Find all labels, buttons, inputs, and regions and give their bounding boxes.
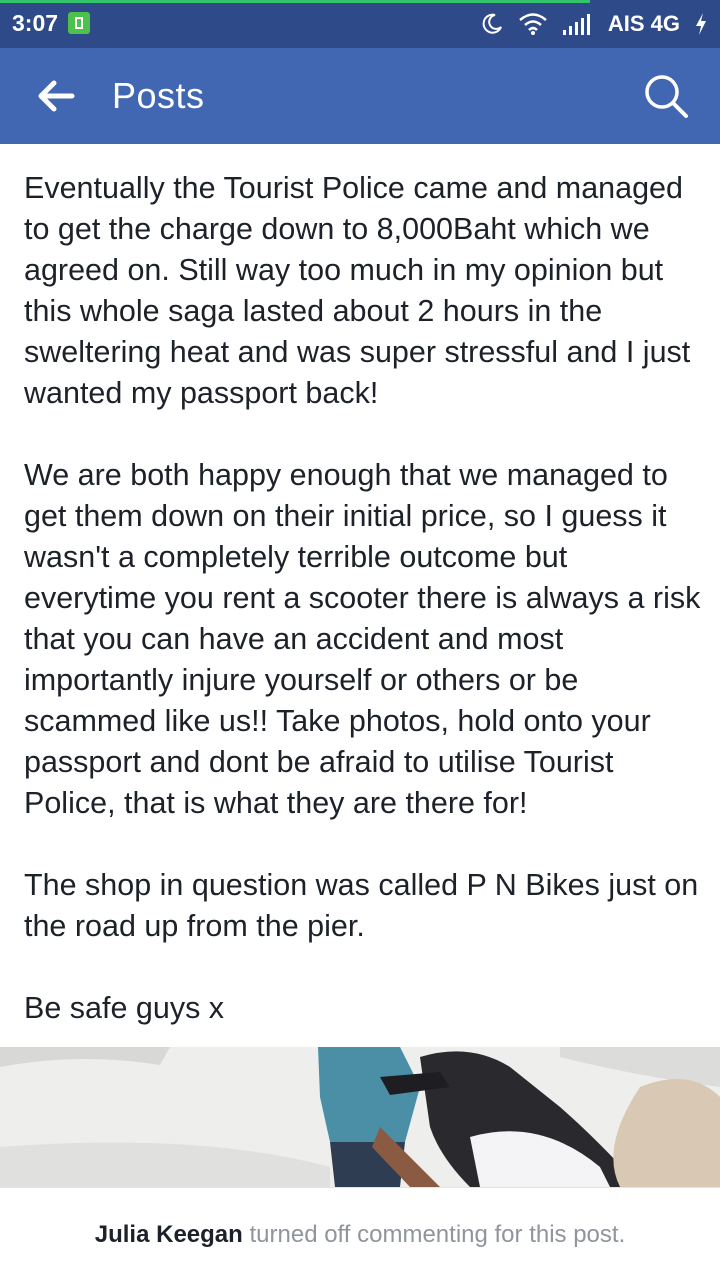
signal-icon [562,14,590,35]
status-indicators: AIS 4G [480,8,708,40]
post-paragraph: Eventually the Tourist Police came and m… [24,171,691,410]
moon-icon [482,13,502,34]
post-paragraph: The shop in question was called P N Bike… [24,868,699,943]
status-time: 3:07 [12,10,59,36]
comments-disabled-message: turned off commenting for this post. [249,1221,626,1248]
comments-disabled-notice: Julia Keegan turned off commenting for t… [0,1187,720,1281]
carrier-label: AIS 4G [607,11,680,36]
status-bar: 3:07 AIS 4G [0,0,720,48]
post-text: Eventually the Tourist Police came and m… [24,168,704,1070]
charging-icon [696,13,706,35]
post-paragraph: We are both happy enough that we managed… [24,458,701,820]
post-photo[interactable] [0,1047,720,1187]
page-title: Posts [112,75,205,116]
author-name[interactable]: Julia Keegan [95,1221,243,1248]
page-load-progress [0,0,590,3]
photo-scooter-illustration [0,1047,720,1187]
wifi-icon [519,13,547,35]
battery-icon [68,12,90,34]
app-bar: Posts [0,48,720,144]
post-paragraph: Be safe guys x [24,991,225,1025]
search-icon[interactable] [642,72,690,120]
back-arrow-icon[interactable] [34,74,78,118]
